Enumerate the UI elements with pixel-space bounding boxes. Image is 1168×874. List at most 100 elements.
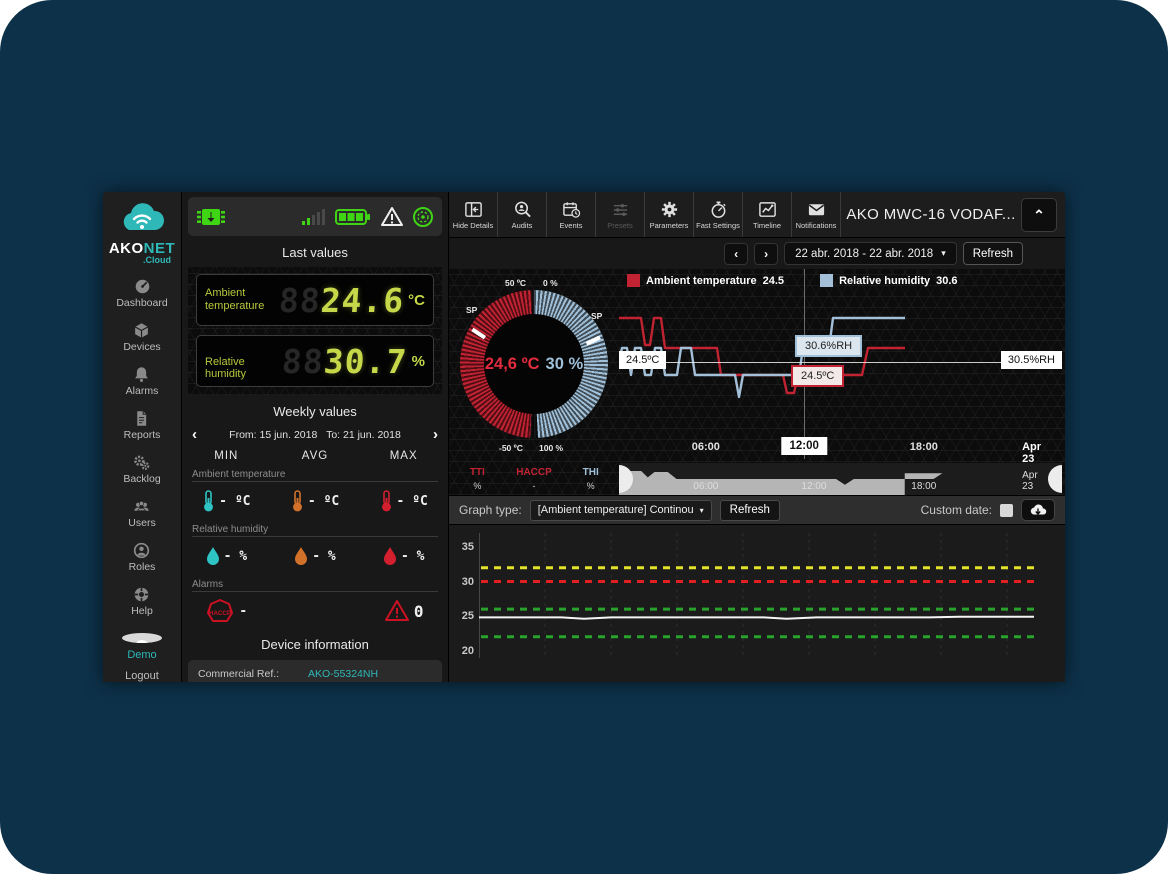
- crosshair-vertical-line: [804, 269, 805, 459]
- main-panel: Hide Details Audits Events Presets Param…: [449, 192, 1065, 682]
- user-name[interactable]: Demo: [127, 649, 156, 661]
- timeline-tick: 18:00: [911, 481, 936, 492]
- weekly-humidity-row: - % - % - %: [182, 540, 448, 572]
- gauge-sp-right-label: SP: [591, 311, 602, 321]
- weekly-humidity-group-label: Relative humidity: [192, 524, 438, 537]
- refresh-button[interactable]: Refresh: [963, 242, 1023, 265]
- haccp-label: HACCP: [506, 467, 563, 478]
- timeline-area-chart: [619, 463, 1062, 495]
- toolbar-label: Events: [560, 221, 583, 230]
- crosshair-left-value-box: 24.5ºC: [619, 351, 666, 369]
- x-tick: 06:00: [692, 441, 720, 453]
- akonet-app-window: AKONET .Cloud Dashboard Devices Alarms R…: [103, 192, 1065, 682]
- toolbar-presets-button[interactable]: Presets: [596, 192, 645, 237]
- custom-date-checkbox[interactable]: [1000, 504, 1013, 517]
- logout-link[interactable]: Logout: [125, 670, 159, 682]
- devices-icon: [133, 322, 150, 339]
- device-summary-panel: Last values Ambient temperature 8824.6 °…: [181, 192, 449, 682]
- reports-icon: [133, 410, 150, 427]
- gauge-column: 24,6 ºC 30 % 50 ºC 0 % SP SP -50 ºC 100 …: [449, 269, 619, 495]
- sidebar-item-help[interactable]: Help: [131, 586, 153, 617]
- y-tick: 30: [462, 576, 479, 588]
- week-to: To: 21 jun. 2018: [326, 429, 401, 441]
- last-values-title: Last values: [182, 245, 448, 260]
- bottom-chart-panel: 35 30 25 20: [449, 525, 1065, 682]
- toolbar-timeline-button[interactable]: Timeline: [743, 192, 792, 237]
- gauge-center: 24,6 ºC 30 %: [484, 314, 584, 414]
- date-range-value: 22 abr. 2018 - 22 abr. 2018: [795, 248, 933, 260]
- temp-max-value: - ºC: [397, 494, 428, 509]
- toolbar-events-button[interactable]: Events: [547, 192, 596, 237]
- sidebar-label: Devices: [123, 341, 160, 353]
- legend-swatch-humidity: [820, 274, 833, 287]
- date-range-select[interactable]: 22 abr. 2018 - 22 abr. 2018 ▾: [784, 242, 957, 265]
- bottom-chart-plot[interactable]: [479, 533, 1039, 663]
- toolbar-audits-button[interactable]: Audits: [498, 192, 547, 237]
- y-tick: 35: [462, 541, 479, 553]
- sidebar-item-devices[interactable]: Devices: [123, 322, 160, 353]
- sidebar-item-backlog[interactable]: Backlog: [123, 454, 160, 485]
- temperature-display-value: 8824.6: [278, 281, 406, 320]
- crosshair-horizontal-line: [619, 362, 1062, 363]
- droplet-icon: [383, 546, 397, 566]
- tti-value: %: [449, 481, 506, 491]
- haccp-icon: HACCP: [205, 598, 235, 624]
- timeline-scrubber[interactable]: 06:00 12:00 18:00 Apr 23: [619, 463, 1062, 495]
- week-next-button[interactable]: ›: [433, 427, 438, 442]
- humidity-tooltip: 30.6%RH: [795, 335, 862, 357]
- temp-avg-value: - ºC: [308, 494, 339, 509]
- legend-ambient-temperature: Ambient temperature 24.5: [627, 274, 784, 287]
- y-tick: 25: [462, 610, 479, 622]
- sidebar-label: Roles: [129, 561, 156, 573]
- humidity-display: Relative humidity 8830.7 %: [196, 335, 434, 387]
- haccp-stat-value: -: [506, 481, 563, 491]
- graph-type-select[interactable]: [Ambient temperature] Continou ▾: [530, 500, 712, 521]
- col-min: MIN: [182, 450, 271, 462]
- crosshair-time-box: 12:00: [781, 437, 826, 455]
- refresh-label: Refresh: [973, 248, 1013, 260]
- x-tick: 18:00: [910, 441, 938, 453]
- chevron-left-icon: ‹: [734, 247, 738, 261]
- sidebar-item-users[interactable]: Users: [128, 498, 155, 529]
- caret-down-icon: ▾: [941, 248, 946, 259]
- thi-stat: THI%: [562, 467, 619, 491]
- thermometer-icon: [380, 489, 393, 513]
- ghost-digits: 88: [281, 342, 325, 381]
- toolbar-parameters-button[interactable]: Parameters: [645, 192, 694, 237]
- toolbar-label: Parameters: [650, 221, 689, 230]
- sidebar-item-roles[interactable]: Roles: [129, 542, 156, 573]
- info-value: AKO-55324NH: [308, 668, 378, 680]
- chevron-up-icon: ⌃: [1033, 207, 1045, 224]
- x-tick-date: Apr 23: [1022, 441, 1049, 465]
- presets-icon: [611, 200, 630, 219]
- caret-down-icon: ▾: [700, 506, 704, 515]
- sidebar-item-dashboard[interactable]: Dashboard: [116, 278, 167, 309]
- date-prev-button[interactable]: ‹: [724, 243, 748, 265]
- alarm-count-value: 0: [414, 602, 424, 621]
- download-button[interactable]: [1021, 499, 1055, 521]
- sidebar-item-alarms[interactable]: Alarms: [126, 366, 159, 397]
- legend-label: Ambient temperature: [646, 275, 757, 287]
- timeline-tick: 06:00: [693, 481, 718, 492]
- user-avatar[interactable]: [122, 633, 162, 643]
- week-navigator: ‹ From: 15 jun. 2018 To: 21 jun. 2018 ›: [192, 427, 438, 442]
- gauge-scale-max-hum: 100 %: [539, 443, 563, 453]
- collapse-panel-button[interactable]: ⌃: [1021, 198, 1057, 232]
- toolbar-hide-details-button[interactable]: Hide Details: [449, 192, 498, 237]
- weekly-values-title: Weekly values: [182, 404, 448, 419]
- users-icon: [133, 498, 150, 515]
- legend-current-value: 24.5: [763, 275, 784, 287]
- toolbar-notifications-button[interactable]: Notifications: [792, 192, 841, 237]
- col-avg: AVG: [271, 450, 360, 462]
- sp-marker-temperature: [471, 328, 486, 340]
- lit-digits: 30.7: [323, 342, 409, 381]
- alarm-count-cell: 0: [359, 595, 448, 627]
- date-next-button[interactable]: ›: [754, 243, 778, 265]
- toolbar-label: Timeline: [753, 221, 781, 230]
- sidebar-item-reports[interactable]: Reports: [124, 410, 161, 441]
- date-navigation-row: ‹ › 22 abr. 2018 - 22 abr. 2018 ▾ Refres…: [449, 238, 1065, 269]
- graph-type-bar: Graph type: [Ambient temperature] Contin…: [449, 495, 1065, 525]
- toolbar-fast-settings-button[interactable]: Fast Settings: [694, 192, 743, 237]
- graph-refresh-button[interactable]: Refresh: [720, 500, 780, 521]
- humidity-unit: %: [412, 353, 425, 370]
